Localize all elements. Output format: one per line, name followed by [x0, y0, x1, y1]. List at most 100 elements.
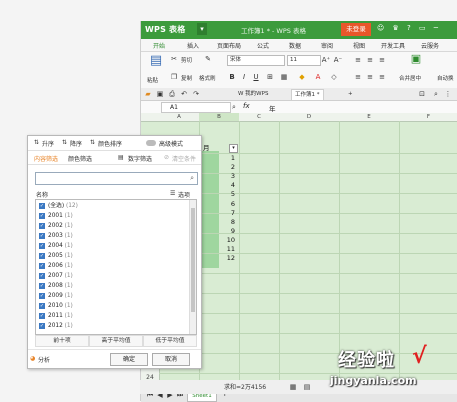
undo-icon[interactable]: ↶: [179, 89, 189, 99]
font-name-select[interactable]: 宋体: [227, 55, 285, 66]
list-header-options[interactable]: 选项: [178, 190, 190, 199]
advanced-mode-label[interactable]: 高级模式: [159, 139, 183, 148]
checkbox-icon[interactable]: ✓: [39, 252, 45, 259]
list-item[interactable]: ✓ 2005 (1): [39, 252, 73, 261]
tab-color-filter[interactable]: 颜色筛选: [68, 154, 92, 163]
sort-asc-button[interactable]: 升序: [42, 139, 54, 148]
list-item[interactable]: ✓ 2007 (1): [39, 272, 73, 281]
folder-icon[interactable]: ▰: [143, 89, 153, 99]
window-controls-icon[interactable]: ☺ ♛ ? ▭ ─: [377, 24, 441, 32]
column-header-c[interactable]: C: [239, 113, 280, 122]
list-item[interactable]: ✓ 2004 (1): [39, 242, 73, 251]
list-item-select-all[interactable]: ✓ (全选) (12): [39, 202, 78, 211]
name-box[interactable]: A1: [161, 102, 231, 113]
normal-view-icon[interactable]: ▦: [288, 382, 298, 392]
advanced-toggle[interactable]: [146, 140, 156, 146]
font-color-icon[interactable]: A: [313, 72, 323, 82]
paste-icon[interactable]: ▤: [149, 54, 163, 70]
filter-value-list[interactable]: ✓ (全选) (12) ✓ 2001 (1) ✓ 2002 (1) ✓ 2003 (1)…: [35, 199, 197, 335]
menu-cloud[interactable]: 云服务: [421, 41, 439, 50]
sort-asc-icon[interactable]: ⇅: [34, 139, 39, 146]
clear-filter-icon[interactable]: ⊘: [164, 154, 169, 161]
fx-icon[interactable]: fx: [243, 102, 250, 110]
cut-button[interactable]: 剪切: [181, 56, 192, 64]
brush-icon[interactable]: ✎: [203, 54, 213, 64]
tab-number-filter[interactable]: 数字筛选: [128, 154, 152, 163]
list-item[interactable]: ✓ 2006 (1): [39, 262, 73, 271]
column-header-a[interactable]: A: [159, 113, 200, 122]
below-average-button[interactable]: 低于平均值: [143, 335, 197, 347]
tab-add[interactable]: +: [345, 89, 356, 99]
cell-month[interactable]: 5: [219, 189, 237, 199]
fill-color-icon[interactable]: ◆: [297, 72, 307, 82]
lock-icon[interactable]: ⊡: [417, 89, 427, 99]
sort-desc-button[interactable]: 降序: [70, 139, 82, 148]
sort-color-icon[interactable]: ⇅: [90, 139, 95, 146]
scissors-icon[interactable]: ✂: [169, 54, 179, 64]
sort-color-button[interactable]: 颜色排序: [98, 139, 122, 148]
ok-button[interactable]: 确定: [110, 353, 148, 366]
login-button[interactable]: 未登录: [341, 23, 371, 36]
merge-icon[interactable]: ▣: [409, 53, 423, 68]
list-item[interactable]: ✓ 2011 (1): [39, 312, 73, 321]
analyze-button[interactable]: 分析: [38, 355, 50, 364]
checkbox-icon[interactable]: ✓: [39, 212, 45, 219]
column-header-f[interactable]: F: [399, 113, 457, 122]
number-filter-icon[interactable]: ▤: [118, 154, 124, 161]
paste-button[interactable]: 粘贴: [147, 76, 158, 84]
align-left-icon[interactable]: ≡: [353, 72, 363, 82]
list-item[interactable]: ✓ 2012 (1): [39, 322, 73, 331]
merge-center-button[interactable]: 合并居中: [399, 74, 421, 82]
bold-icon[interactable]: B: [227, 72, 237, 82]
format-painter-button[interactable]: 格式刷: [199, 74, 216, 82]
scrollbar-thumb[interactable]: [191, 208, 195, 312]
redo-icon[interactable]: ↷: [191, 89, 201, 99]
corner-cell[interactable]: [141, 113, 160, 122]
list-scrollbar[interactable]: [189, 200, 196, 334]
align-right-icon[interactable]: ≡: [377, 72, 387, 82]
align-top-icon[interactable]: ≡: [353, 55, 363, 65]
filter-dropdown-b-icon[interactable]: ▾: [229, 144, 238, 153]
menu-data[interactable]: 数据: [289, 41, 301, 50]
cell-month[interactable]: 12: [219, 253, 237, 263]
list-item[interactable]: ✓ 2002 (1): [39, 222, 73, 231]
underline-icon[interactable]: U: [251, 72, 261, 82]
save-icon[interactable]: ▣: [155, 89, 165, 99]
menu-insert[interactable]: 插入: [187, 41, 199, 50]
checkbox-icon[interactable]: ✓: [39, 232, 45, 239]
menu-formula[interactable]: 公式: [257, 41, 269, 50]
app-menu-arrow[interactable]: ▾: [197, 23, 207, 35]
tab-clear-conditions[interactable]: 清空条件: [172, 154, 196, 163]
checkbox-icon[interactable]: ✓: [39, 222, 45, 229]
copy-icon[interactable]: ❐: [169, 72, 179, 82]
menu-page-layout[interactable]: 页面布局: [217, 41, 241, 50]
checkbox-icon[interactable]: ✓: [39, 302, 45, 309]
page-view-icon[interactable]: ▤: [302, 382, 312, 392]
zoom-icon[interactable]: ⌕: [229, 102, 239, 112]
options-icon[interactable]: ☰: [170, 190, 175, 197]
tab-my-wps[interactable]: W 我的WPS: [235, 89, 271, 99]
checkbox-icon[interactable]: ✓: [39, 322, 45, 329]
formula-input[interactable]: 年: [269, 103, 276, 113]
copy-button[interactable]: 复制: [181, 74, 192, 82]
font-grow-icon[interactable]: A⁺: [321, 55, 331, 65]
column-header-b[interactable]: B: [199, 113, 240, 122]
filter-search-input[interactable]: ⌕: [35, 172, 198, 185]
list-item[interactable]: ✓ 2008 (1): [39, 282, 73, 291]
align-middle-icon[interactable]: ≡: [365, 55, 375, 65]
checkbox-icon[interactable]: ✓: [39, 292, 45, 299]
tab-content-filter[interactable]: 内容筛选: [34, 154, 58, 163]
sort-desc-icon[interactable]: ⇅: [62, 139, 67, 146]
checkbox-icon[interactable]: ✓: [39, 282, 45, 289]
align-center-icon[interactable]: ≡: [365, 72, 375, 82]
checkbox-icon[interactable]: ✓: [39, 312, 45, 319]
cancel-button[interactable]: 取消: [152, 353, 190, 366]
checkbox-icon[interactable]: ✓: [39, 202, 45, 209]
cell-b1[interactable]: 月: [203, 143, 210, 153]
analyze-icon[interactable]: ◕: [30, 355, 35, 362]
italic-icon[interactable]: I: [239, 72, 249, 82]
column-header-e[interactable]: E: [339, 113, 400, 122]
wrap-text-button[interactable]: 自动换: [437, 74, 454, 82]
more-icon[interactable]: ⋮: [443, 89, 453, 99]
list-item[interactable]: ✓ 2003 (1): [39, 232, 73, 241]
